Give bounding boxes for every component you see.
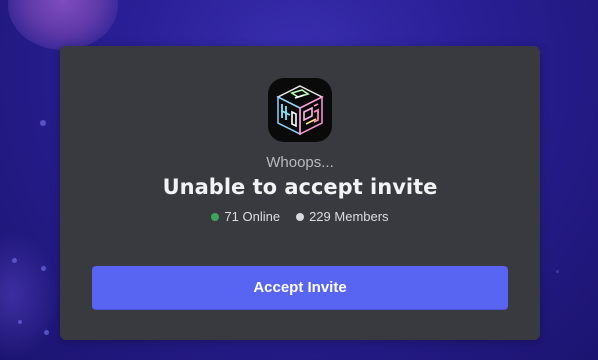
server-stats: 71 Online 229 Members — [60, 209, 540, 224]
member-count: 229 Members — [309, 209, 389, 224]
background-dot — [40, 120, 46, 126]
members-status-dot-icon — [296, 212, 305, 221]
background-dot — [44, 330, 49, 335]
background-dot — [12, 258, 17, 263]
server-logo-icon — [268, 78, 332, 142]
invite-subtitle: Whoops... — [266, 154, 334, 171]
background-dot — [556, 270, 559, 273]
online-stat: 71 Online — [211, 209, 280, 224]
background-orb — [8, 0, 118, 50]
online-count: 71 Online — [224, 209, 281, 224]
online-status-dot-icon — [211, 212, 220, 221]
background-dot — [18, 320, 22, 324]
members-stat: 229 Members — [296, 209, 389, 224]
accept-invite-button[interactable]: Accept Invite — [92, 266, 508, 310]
invite-card: Whoops... Unable to accept invite 71 Onl… — [60, 46, 540, 340]
invite-title: Unable to accept invite — [162, 175, 438, 199]
background-dot — [41, 266, 46, 271]
background-glow — [0, 230, 60, 360]
